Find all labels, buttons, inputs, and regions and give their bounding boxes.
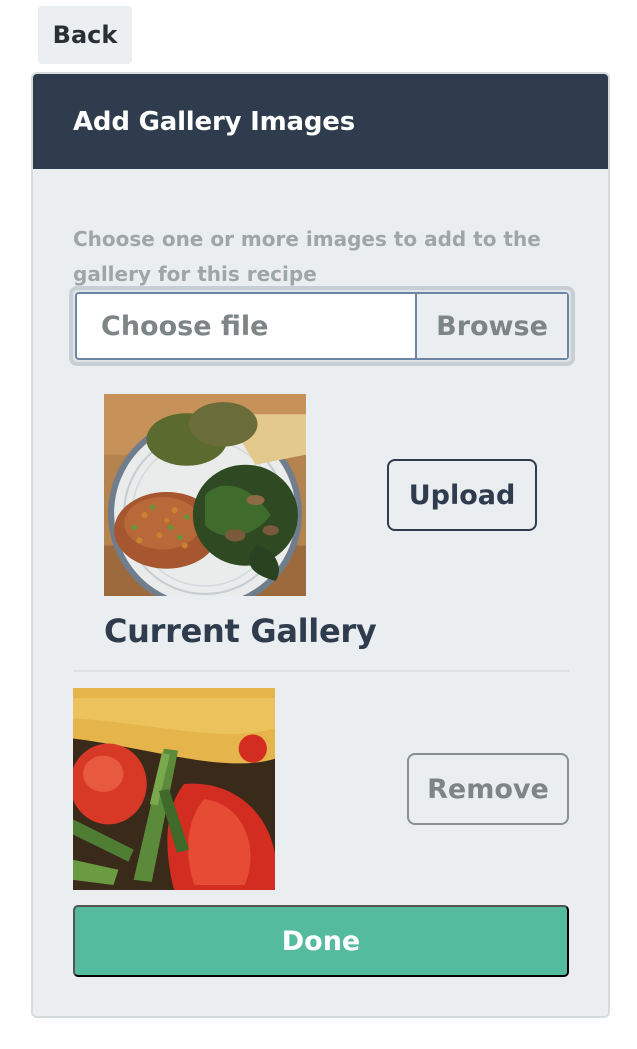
gallery-image <box>73 688 275 890</box>
help-text: Choose one or more images to add to the … <box>73 227 541 286</box>
browse-button[interactable]: Browse <box>415 294 567 358</box>
file-input-label[interactable]: Choose file <box>77 294 415 358</box>
divider <box>73 670 569 672</box>
upload-button[interactable]: Upload <box>387 459 537 531</box>
upload-preview-image <box>104 394 306 596</box>
add-gallery-images-card: Add Gallery Images Choose one or more im… <box>31 72 610 1018</box>
card-title: Add Gallery Images <box>73 106 355 137</box>
done-button[interactable]: Done <box>73 905 569 977</box>
back-button[interactable]: Back <box>38 6 132 64</box>
file-input-focus-ring: Choose file Browse <box>69 286 575 366</box>
current-gallery-heading: Current Gallery <box>104 612 377 650</box>
card-header: Add Gallery Images <box>33 74 608 169</box>
remove-button[interactable]: Remove <box>407 753 569 825</box>
file-input[interactable]: Choose file Browse <box>75 292 569 360</box>
